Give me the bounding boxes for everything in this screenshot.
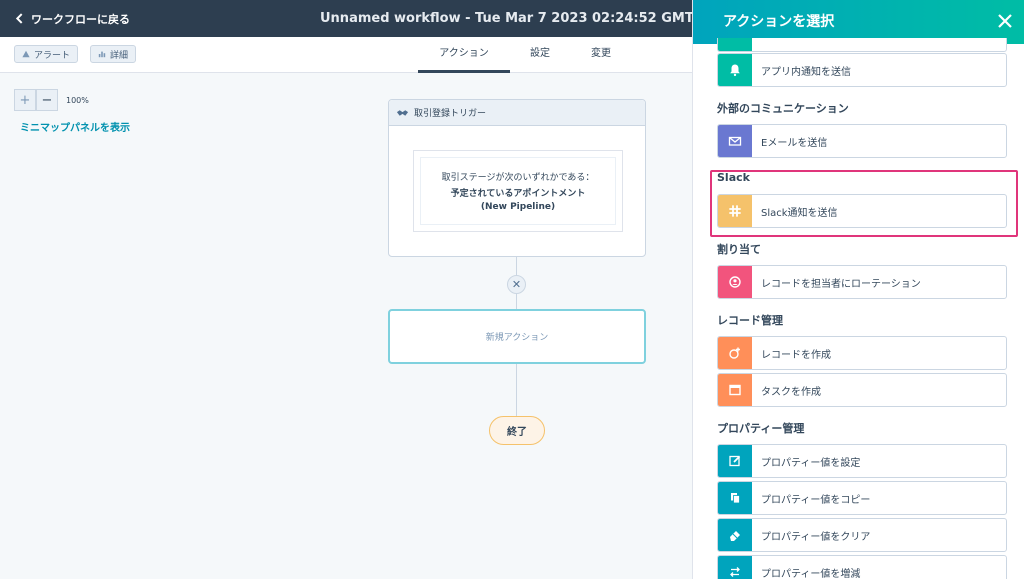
action-item-create-task[interactable]: タスクを作成 — [717, 373, 1007, 407]
tab-actions[interactable]: アクション — [418, 37, 510, 73]
action-label: プロパティー値を設定 — [761, 457, 861, 469]
zoom-in-button[interactable]: + — [14, 89, 36, 111]
chevron-left-icon — [15, 13, 23, 24]
eraser-icon — [718, 519, 752, 551]
trigger-condition-line3: (New Pipeline) — [480, 202, 556, 212]
alert-button[interactable]: アラート — [14, 45, 79, 63]
close-icon[interactable] — [995, 11, 1015, 31]
connector-line — [516, 364, 517, 416]
action-item-create-record[interactable]: レコードを作成 — [717, 336, 1007, 370]
workflow-title[interactable]: Unnamed workflow - Tue Mar 7 2023 02:24:… — [320, 0, 741, 37]
trigger-condition-line2: 予定されているアポイントメント — [450, 189, 586, 199]
create-record-icon — [718, 337, 752, 369]
trigger-condition-box: 取引ステージが次のいずれかである： 予定されているアポイントメント (New P… — [413, 150, 623, 232]
choose-action-panel: アクションを選択 アプリ内通知を送信 外部のコミュニケーション Eメールを送信 … — [692, 0, 1024, 579]
action-item-in-app-notification[interactable]: アプリ内通知を送信 — [717, 53, 1007, 87]
back-link-label: ワークフローに戻る — [31, 12, 130, 26]
handshake-icon — [396, 109, 409, 116]
warning-icon — [22, 50, 30, 58]
trigger-condition-line1: 取引ステージが次のいずれかである： — [441, 173, 595, 183]
bell-icon — [718, 54, 752, 86]
action-item-copy-property[interactable]: プロパティー値をコピー — [717, 481, 1007, 515]
increment-icon — [718, 556, 752, 579]
action-item-send-email[interactable]: Eメールを送信 — [717, 124, 1007, 158]
end-node: 終了 — [489, 416, 545, 445]
action-item-set-property[interactable]: プロパティー値を設定 — [717, 444, 1007, 478]
alert-button-label: アラート — [34, 50, 71, 61]
action-label: レコードを作成 — [761, 349, 831, 361]
zoom-controls: + − 100% — [14, 89, 89, 111]
rotate-user-icon — [718, 266, 752, 298]
back-to-workflows-link[interactable]: ワークフローに戻る — [14, 0, 130, 37]
trigger-condition: 取引ステージが次のいずれかである： 予定されているアポイントメント (New P… — [420, 157, 616, 225]
slack-highlight-box — [710, 170, 1018, 237]
action-label: タスクを作成 — [761, 386, 821, 398]
details-button[interactable]: 詳細 — [90, 45, 137, 63]
action-label: Eメールを送信 — [761, 137, 828, 149]
action-item-rotate-record[interactable]: レコードを担当者にローテーション — [717, 265, 1007, 299]
zoom-level: 100% — [66, 95, 89, 105]
workflow-toolbar: アラート 詳細 アクション 設定 変更 — [0, 37, 692, 73]
envelope-icon — [718, 125, 752, 157]
zoom-out-button[interactable]: − — [36, 89, 58, 111]
task-icon — [718, 374, 752, 406]
action-label: プロパティー値をクリア — [761, 531, 871, 543]
edit-icon — [718, 445, 752, 477]
chart-icon — [98, 51, 106, 58]
section-title-assignment: 割り当て — [717, 243, 761, 256]
action-label: レコードを担当者にローテーション — [761, 278, 921, 290]
action-item-increment-property[interactable]: プロパティー値を増減 — [717, 555, 1007, 579]
trigger-header: 取引登録トリガー — [389, 100, 645, 126]
partial-icon — [718, 38, 752, 51]
remove-action-button[interactable]: ✕ — [507, 275, 526, 294]
action-label: アプリ内通知を送信 — [761, 66, 851, 78]
new-action-card[interactable]: 新規アクション — [388, 309, 646, 364]
action-label: プロパティー値を増減 — [761, 568, 861, 579]
tab-changes[interactable]: 変更 — [580, 37, 622, 73]
enrollment-trigger-card[interactable]: 取引登録トリガー 取引ステージが次のいずれかである： 予定されているアポイントメ… — [388, 99, 646, 257]
tab-settings[interactable]: 設定 — [520, 37, 560, 73]
section-title-external-communication: 外部のコミュニケーション — [717, 102, 849, 115]
copy-icon — [718, 482, 752, 514]
action-item-clear-property[interactable]: プロパティー値をクリア — [717, 518, 1007, 552]
trigger-title: 取引登録トリガー — [414, 109, 487, 119]
action-label: プロパティー値をコピー — [761, 494, 871, 506]
details-button-label: 詳細 — [110, 50, 129, 61]
workflow-canvas[interactable]: + − 100% ミニマップパネルを表示 取引登録トリガー 取引ステージが次のい… — [0, 73, 692, 579]
action-item-partial[interactable] — [717, 38, 1007, 52]
section-title-record-management: レコード管理 — [717, 314, 783, 327]
section-title-property-management: プロパティー管理 — [717, 422, 805, 435]
show-minimap-link[interactable]: ミニマップパネルを表示 — [20, 119, 130, 134]
